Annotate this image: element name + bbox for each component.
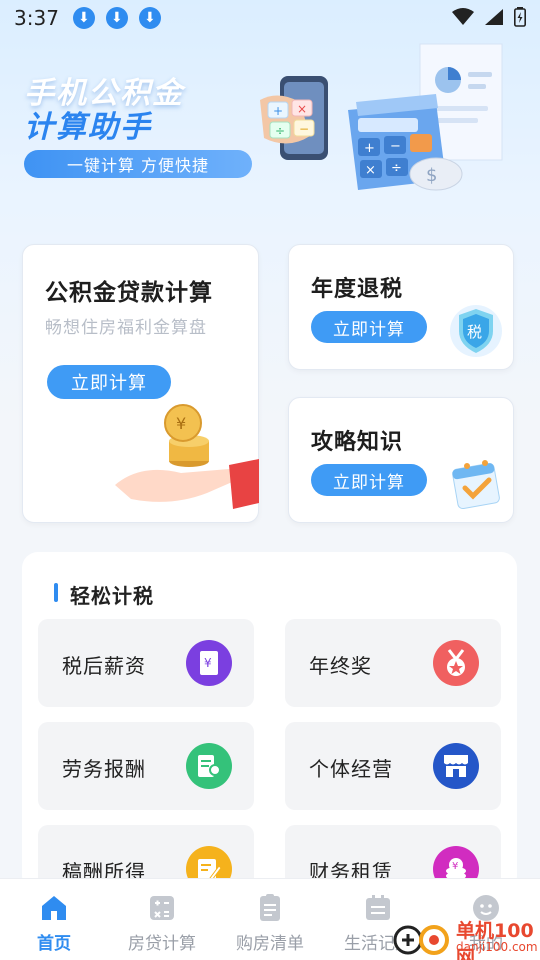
self-employment-tile[interactable]: 个体经营 [285, 722, 501, 810]
watermark-logo-icon [393, 925, 449, 955]
calculator-illustration-icon: + − × ÷ $ + × ÷ − [260, 43, 503, 191]
tab-label: 房贷计算 [128, 934, 196, 954]
section-title: 轻松计税 [54, 580, 154, 609]
svg-text:¥: ¥ [452, 861, 458, 872]
tab-purchase-list[interactable]: 购房清单 [216, 879, 324, 960]
coin-hand-icon: ¥ [115, 404, 259, 509]
svg-text:×: × [297, 102, 307, 116]
svg-text:×: × [365, 163, 376, 178]
battery-icon [514, 7, 526, 27]
calendar-check-icon [452, 460, 500, 510]
tile-label: 劳务报酬 [62, 757, 146, 781]
guide-calculate-button[interactable]: 立即计算 [311, 464, 427, 496]
tab-label: 首页 [37, 934, 71, 954]
after-tax-salary-tile[interactable]: 税后薪资 ¥ [38, 619, 254, 707]
tab-home[interactable]: 首页 [0, 879, 108, 960]
svg-text:−: − [390, 139, 401, 154]
status-indicators [452, 7, 526, 27]
card-title: 年度退税 [311, 277, 404, 302]
status-time: 3:37 [14, 6, 59, 30]
signal-icon [485, 9, 503, 25]
tile-label: 税后薪资 [62, 654, 146, 678]
card-subtitle: 畅想住房福利金算盘 [45, 318, 207, 338]
salary-icon: ¥ [186, 640, 232, 686]
svg-text:+: + [273, 104, 283, 118]
tax-refund-calculate-button[interactable]: 立即计算 [311, 311, 427, 343]
easy-tax-panel: 轻松计税 税后薪资 ¥ 年终奖 劳务报酬 个体经营 稿酬所得 财务租赁 ¥ [22, 552, 517, 913]
tile-label: 年终奖 [309, 654, 372, 678]
housing-fund-loan-card[interactable]: 公积金贷款计算 畅想住房福利金算盘 立即计算 ¥ [22, 244, 259, 523]
loan-calculate-button[interactable]: 立即计算 [47, 365, 171, 399]
tile-label: 个体经营 [309, 757, 393, 781]
download-icon: ⬇ [138, 7, 161, 29]
download-icon: ⬇ [105, 7, 128, 29]
labor-remuneration-tile[interactable]: 劳务报酬 [38, 722, 254, 810]
svg-text:¥: ¥ [176, 414, 186, 433]
home-icon [42, 896, 66, 920]
wifi-icon [452, 8, 474, 25]
checklist-icon [260, 894, 280, 921]
svg-text:÷: ÷ [275, 124, 285, 138]
guide-knowledge-card[interactable]: 攻略知识 立即计算 [288, 397, 514, 523]
card-title: 攻略知识 [311, 430, 404, 455]
svg-text:+: + [364, 141, 375, 156]
year-end-bonus-tile[interactable]: 年终奖 [285, 619, 501, 707]
ledger-icon [366, 895, 390, 920]
card-title: 公积金贷款计算 [45, 280, 213, 306]
hero-banner: 手机公积金 计算助手 一键计算 方便快捷 + − × ÷ $ + × ÷ − [0, 40, 540, 210]
svg-text:$: $ [426, 165, 437, 186]
watermark-url: danji100.com [456, 940, 538, 954]
svg-text:÷: ÷ [391, 161, 402, 176]
svg-text:¥: ¥ [204, 656, 212, 670]
shop-icon [433, 743, 479, 789]
banner-slogan: 一键计算 方便快捷 [24, 150, 252, 178]
medal-icon [433, 640, 479, 686]
tab-label: 购房清单 [236, 934, 304, 954]
status-bar: 3:37 ⬇ ⬇ ⬇ [0, 0, 540, 36]
tab-mortgage-calc[interactable]: 房贷计算 [108, 879, 216, 960]
svg-text:税: 税 [467, 323, 482, 341]
contract-icon [186, 743, 232, 789]
banner-title-line2: 计算助手 [24, 110, 152, 145]
site-watermark: 单机100网 danji100.com [392, 914, 540, 960]
svg-text:−: − [299, 122, 309, 136]
download-icon: ⬇ [72, 7, 95, 29]
calculator-icon [150, 896, 174, 920]
annual-tax-refund-card[interactable]: 年度退税 立即计算 税 [288, 244, 514, 370]
tax-shield-icon: 税 [450, 305, 502, 357]
